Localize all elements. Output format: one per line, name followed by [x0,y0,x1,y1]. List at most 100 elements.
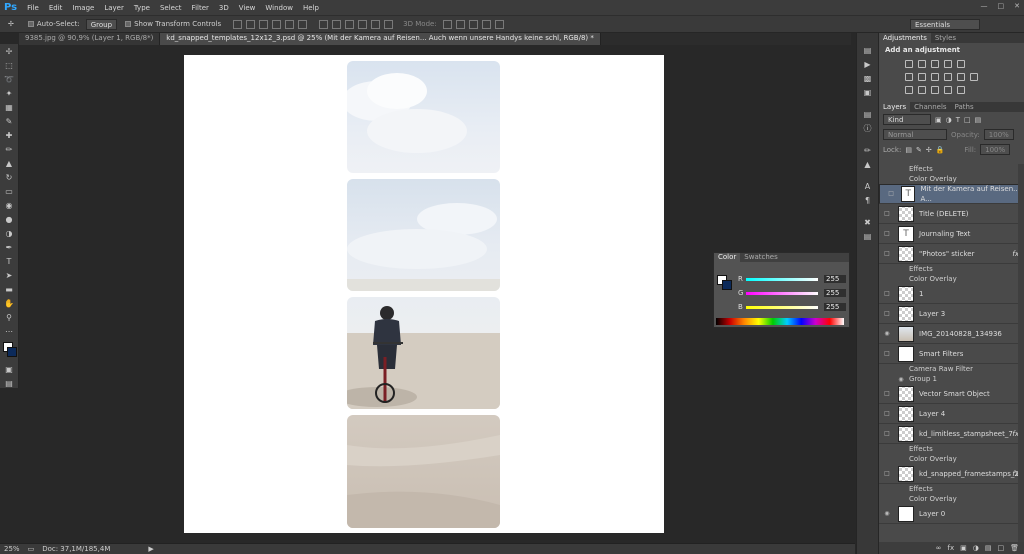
lasso-tool-icon[interactable]: ➰ [3,74,15,86]
clone-source-icon[interactable]: ▲ [862,159,874,171]
delete-layer-icon[interactable]: 🗑 [1010,544,1019,552]
channel-mixer-icon[interactable] [957,72,965,81]
tab-snapped-templates[interactable]: kd_snapped_templates_12x12_3.psd @ 25% (… [160,33,601,45]
menu-image[interactable]: Image [72,4,94,12]
invert-icon[interactable] [905,85,913,94]
align-top-icon[interactable] [233,19,243,29]
layer-row[interactable]: □ Layer 3 [879,304,1024,324]
tab-color[interactable]: Color [714,253,741,262]
visibility-eye-icon[interactable]: □ [879,250,895,257]
actions-icon[interactable]: ▶ [862,59,874,71]
curves-icon[interactable] [931,59,939,68]
healing-brush-icon[interactable]: ✚ [3,130,15,142]
menu-type[interactable]: Type [134,4,150,12]
tab-styles[interactable]: Styles [931,33,960,43]
green-value[interactable]: 255 [824,289,846,297]
workspace-dropdown[interactable]: Essentials [910,18,980,30]
levels-icon[interactable] [918,59,926,68]
filter-type-icon[interactable]: T [956,116,960,124]
opacity-input[interactable]: 100% [983,129,1014,140]
paragraph-icon[interactable]: ¶ [862,195,874,207]
layer-row[interactable]: □ Title (DELETE) [879,204,1024,224]
layer-row[interactable]: ◉ IMG_20140828_134936 [879,324,1024,344]
layer-row[interactable]: □ 1 [879,284,1024,304]
history-brush-icon[interactable]: ↻ [3,172,15,184]
brush-presets-icon[interactable]: ✏ [862,145,874,157]
3d-roll-icon[interactable] [455,19,465,29]
dodge-tool-icon[interactable]: ◑ [3,228,15,240]
3d-scale-icon[interactable] [494,19,504,29]
transform-controls-checkbox[interactable] [125,21,132,27]
distribute-middle-icon[interactable] [332,19,342,29]
eyedropper-icon[interactable]: ✎ [3,116,15,128]
blur-tool-icon[interactable]: ● [3,214,15,226]
minimize-icon[interactable]: — [981,2,988,10]
align-bottom-icon[interactable] [259,19,269,29]
vibrance-icon[interactable] [957,59,965,68]
layer-effect-row[interactable]: ◉ Group 1 [879,374,1024,384]
layer-row[interactable]: ◉ Layer 0 [879,504,1024,524]
character-icon[interactable]: A [862,181,874,193]
clone-stamp-icon[interactable]: ▲ [3,158,15,170]
layer-effect-row[interactable]: Color Overlay [879,274,1024,284]
close-icon[interactable]: ✕ [1014,2,1020,10]
visibility-eye-icon[interactable]: □ [879,430,895,437]
visibility-eye-icon[interactable]: □ [879,210,895,217]
menu-file[interactable]: File [27,4,39,12]
new-layer-icon[interactable]: □ [997,544,1004,552]
hue-saturation-icon[interactable] [905,72,913,81]
distribute-center-icon[interactable] [371,19,381,29]
tab-paths[interactable]: Paths [951,102,978,112]
zoom-level[interactable]: 25% [4,545,20,553]
color-lookup-icon[interactable] [970,72,978,81]
visibility-eye-icon[interactable]: □ [879,390,895,397]
path-select-icon[interactable]: ➤ [3,270,15,282]
add-mask-icon[interactable]: ▣ [960,544,967,552]
blend-mode-dropdown[interactable]: Normal [883,129,947,140]
menu-view[interactable]: View [239,4,256,12]
navigator-icon[interactable]: ▣ [862,87,874,99]
distribute-bottom-icon[interactable] [345,19,355,29]
layers-scrollbar[interactable] [1018,164,1024,544]
shape-tool-icon[interactable]: ▬ [3,284,15,296]
move-tool-icon[interactable]: ✢ [8,20,14,28]
align-left-icon[interactable] [272,19,282,29]
red-slider[interactable] [746,277,818,281]
layer-effect-row[interactable]: Color Overlay [879,174,1024,184]
menu-edit[interactable]: Edit [49,4,63,12]
layer-effect-row[interactable]: Effects [879,264,1024,274]
histogram-icon[interactable]: ▩ [862,73,874,85]
visibility-eye-icon[interactable]: □ [879,410,895,417]
layer-effect-row[interactable]: Effects [879,164,1024,174]
color-swatches-icon[interactable] [0,342,18,362]
align-middle-icon[interactable] [246,19,256,29]
tab-channels[interactable]: Channels [910,102,950,112]
layer-effect-row[interactable]: Effects [879,444,1024,454]
auto-select-dropdown[interactable]: Group [85,18,118,30]
green-slider[interactable] [746,291,818,295]
link-layers-icon[interactable]: ∞ [936,544,942,552]
status-menu-icon[interactable]: ▶ [148,545,153,553]
visibility-eye-icon[interactable]: □ [879,470,895,477]
move-tool-icon[interactable]: ✢ [3,46,15,58]
tool-presets-icon[interactable]: ✖ [862,217,874,229]
crop-tool-icon[interactable]: ▦ [3,102,15,114]
bg-color-swatch[interactable] [722,280,732,290]
new-adjustment-icon[interactable]: ◑ [973,544,979,552]
blue-slider[interactable] [746,305,818,309]
type-tool-icon[interactable]: T [3,256,15,268]
more-tools-icon[interactable]: ⋯ [3,326,15,338]
layer-effect-row[interactable]: Camera Raw Filter [879,364,1024,374]
menu-3d[interactable]: 3D [219,4,229,12]
fill-input[interactable]: 100% [980,144,1011,155]
history-icon[interactable]: ▤ [862,45,874,57]
blue-value[interactable]: 255 [824,303,846,311]
3d-slide-icon[interactable] [481,19,491,29]
tab-swatches[interactable]: Swatches [740,253,781,262]
lock-paint-icon[interactable]: ✎ [916,146,922,154]
menu-window[interactable]: Window [265,4,293,12]
lock-all-icon[interactable]: 🔒 [936,146,945,154]
layer-row[interactable]: □ kd_snapped_framestamps_21 fx [879,464,1024,484]
filter-shape-icon[interactable]: □ [964,116,971,124]
pen-tool-icon[interactable]: ✒ [3,242,15,254]
